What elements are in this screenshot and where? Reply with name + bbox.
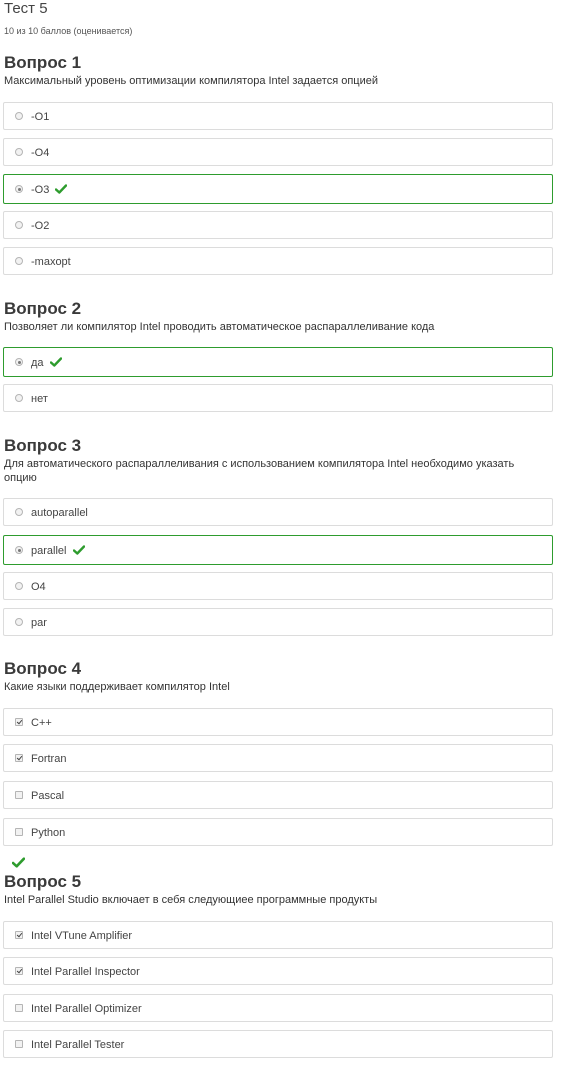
question-3-option-3[interactable]: O4 — [3, 572, 553, 600]
question-5-option-2[interactable]: Intel Parallel Inspector — [3, 957, 553, 985]
checkbox[interactable] — [15, 718, 23, 726]
question-2-title: Вопрос 2 — [4, 299, 82, 318]
question-3-option-4[interactable]: par — [3, 608, 553, 636]
option-label: -O1 — [31, 111, 50, 123]
question-2-option-2[interactable]: нет — [3, 384, 553, 412]
option-label: O4 — [31, 581, 46, 593]
option-label: C++ — [31, 717, 52, 729]
question-5-option-1[interactable]: Intel VTune Amplifier — [3, 921, 553, 949]
radio-button[interactable] — [15, 508, 23, 516]
radio-button[interactable] — [15, 394, 23, 402]
question-1-option-4[interactable]: -O2 — [3, 211, 553, 239]
question-1-title: Вопрос 1 — [4, 53, 82, 72]
check-icon — [55, 183, 68, 194]
option-label: Pascal — [31, 790, 65, 802]
option-label: par — [31, 617, 47, 629]
question-4-option-2[interactable]: Fortran — [3, 744, 553, 772]
question-2-text: Позволяет ли компилятор Intel проводить … — [4, 321, 435, 333]
question-4-text: Какие языки поддерживает компилятор Inte… — [4, 681, 230, 693]
question-1-text: Максимальный уровень оптимизации компиля… — [4, 75, 378, 87]
option-label: Intel Parallel Tester — [31, 1039, 125, 1051]
page-title: Тест 5 — [4, 0, 48, 17]
checkbox[interactable] — [15, 1040, 23, 1048]
question-3-title: Вопрос 3 — [4, 436, 82, 455]
checkbox[interactable] — [15, 828, 23, 836]
question-5-option-4[interactable]: Intel Parallel Tester — [3, 1030, 553, 1058]
option-label: да — [31, 357, 44, 369]
radio-button[interactable] — [15, 546, 23, 554]
question-5-option-3[interactable]: Intel Parallel Optimizer — [3, 994, 553, 1022]
option-label: Intel Parallel Inspector — [31, 966, 140, 978]
question-3-option-1[interactable]: autoparallel — [3, 498, 553, 526]
checkbox[interactable] — [15, 931, 23, 939]
check-icon — [72, 544, 85, 555]
option-label: нет — [31, 393, 48, 405]
radio-button[interactable] — [15, 257, 23, 265]
radio-button[interactable] — [15, 618, 23, 626]
question-1-option-1[interactable]: -O1 — [3, 102, 553, 130]
question-2-option-1[interactable]: да — [3, 347, 553, 377]
option-label: -maxopt — [31, 256, 71, 268]
radio-button[interactable] — [15, 582, 23, 590]
option-label: -O3 — [31, 184, 50, 196]
radio-button[interactable] — [15, 112, 23, 120]
radio-button[interactable] — [15, 358, 23, 366]
option-label: Fortran — [31, 753, 67, 765]
option-label: -O2 — [31, 220, 50, 232]
question-1-option-2[interactable]: -O4 — [3, 138, 553, 166]
question-1-option-5[interactable]: -maxopt — [3, 247, 553, 275]
question-1-option-3[interactable]: -O3 — [3, 174, 553, 204]
question-4-option-3[interactable]: Pascal — [3, 781, 553, 809]
radio-button[interactable] — [15, 221, 23, 229]
checkbox[interactable] — [15, 754, 23, 762]
radio-button[interactable] — [15, 148, 23, 156]
option-label: -O4 — [31, 147, 50, 159]
radio-button[interactable] — [15, 185, 23, 193]
check-icon — [49, 356, 62, 367]
option-label: autoparallel — [31, 507, 88, 519]
option-label: Intel Parallel Optimizer — [31, 1003, 142, 1015]
question-4-check-icon — [11, 855, 26, 873]
question-4-option-4[interactable]: Python — [3, 818, 553, 846]
option-label: parallel — [31, 545, 67, 557]
checkbox[interactable] — [15, 791, 23, 799]
question-5-text: Intel Parallel Studio включает в себя сл… — [4, 894, 378, 906]
option-label: Intel VTune Amplifier — [31, 930, 133, 942]
option-label: Python — [31, 827, 66, 839]
checkbox[interactable] — [15, 1004, 23, 1012]
question-4-option-1[interactable]: C++ — [3, 708, 553, 736]
question-5-title: Вопрос 5 — [4, 872, 82, 891]
checkbox[interactable] — [15, 967, 23, 975]
score-text: 10 из 10 баллов (оценивается) — [4, 26, 133, 36]
question-3-text: Для автоматического распараллеливания с … — [4, 458, 515, 484]
question-3-option-2[interactable]: parallel — [3, 535, 553, 565]
question-4-title: Вопрос 4 — [4, 659, 82, 678]
